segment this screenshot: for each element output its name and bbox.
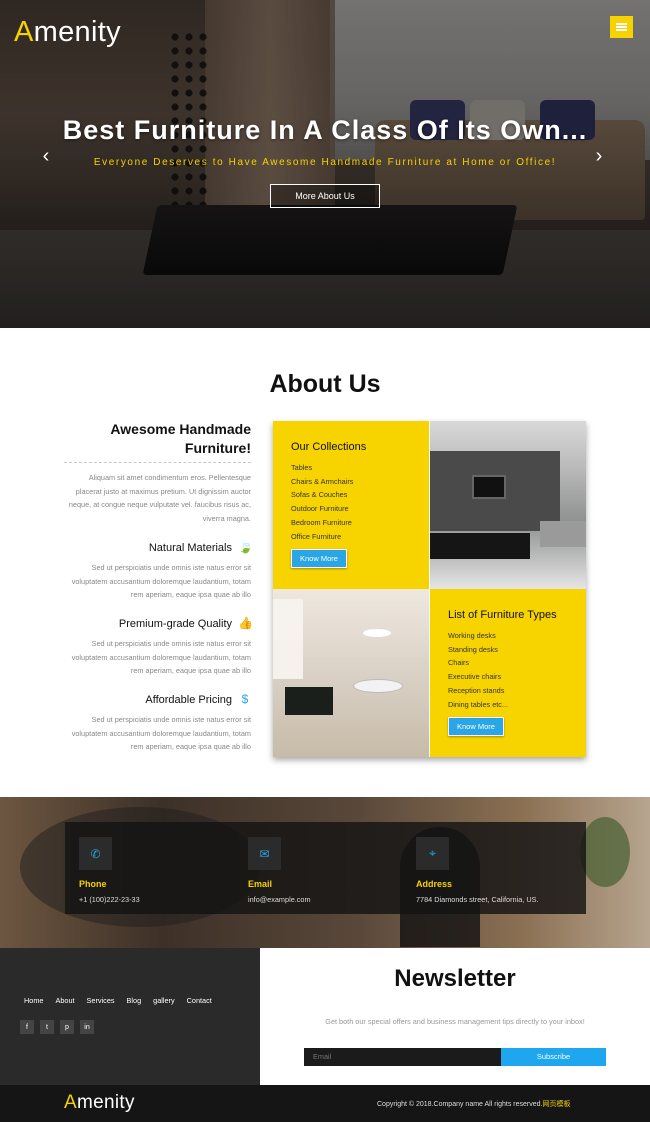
- logo-initial: A: [14, 16, 34, 48]
- feature-title: Affordable Pricing: [145, 694, 232, 706]
- hero-banner: Amenity ‹ › Best Furniture In A Class Of…: [0, 0, 650, 328]
- footer-nav-gallery[interactable]: gallery: [153, 996, 175, 1005]
- logo-initial: A: [64, 1092, 77, 1113]
- footer-nav-blog[interactable]: Blog: [127, 996, 142, 1005]
- furniture-types-list: Working desks Standing desks Chairs Exec…: [448, 629, 586, 711]
- logo-text: menity: [33, 16, 121, 48]
- hero-title: Best Furniture In A Class Of Its Own...: [62, 115, 588, 145]
- hamburger-icon: [616, 23, 627, 31]
- hero-subtitle: Everyone Deserves to Have Awesome Handma…: [93, 157, 557, 168]
- about-title: About Us: [269, 370, 381, 398]
- social-links: f t p in: [20, 1020, 94, 1034]
- list-item[interactable]: Tables: [291, 461, 429, 475]
- dining-room-image: [273, 589, 429, 757]
- pinterest-icon[interactable]: p: [60, 1020, 74, 1034]
- facebook-icon[interactable]: f: [20, 1020, 34, 1034]
- feature-text: Sed ut perspiciatis unde omnis iste natu…: [71, 639, 251, 676]
- footer-logo[interactable]: Amenity: [64, 1092, 135, 1114]
- footer-left: Home About Services Blog gallery Contact…: [0, 948, 260, 1085]
- phone-value[interactable]: +1 (100)222-23-33: [79, 895, 140, 904]
- list-item[interactable]: Dining tables etc...: [448, 698, 586, 712]
- more-about-us-button[interactable]: More About Us: [270, 184, 380, 208]
- map-marker-icon: ⌖: [416, 837, 449, 870]
- email-value[interactable]: info@example.com: [248, 895, 311, 904]
- about-lead-title: Awesome Handmade Furniture!: [110, 421, 251, 456]
- list-item[interactable]: Working desks: [448, 629, 586, 643]
- image-sofa: [430, 533, 530, 559]
- envelope-icon: ✉: [248, 837, 281, 870]
- email-label: Email: [248, 879, 273, 889]
- email-field[interactable]: [304, 1048, 501, 1066]
- twitter-icon[interactable]: t: [40, 1020, 54, 1034]
- collections-tile: Our Collections Tables Chairs & Armchair…: [273, 421, 429, 589]
- logo[interactable]: Amenity: [14, 16, 121, 49]
- footer-nav-services[interactable]: Services: [87, 996, 115, 1005]
- image-lamp: [363, 629, 391, 637]
- list-item[interactable]: Sofas & Couches: [291, 488, 429, 502]
- image-dark-sofa: [285, 687, 333, 715]
- feature-title: Premium-grade Quality: [118, 618, 232, 630]
- newsletter-title: Newsletter: [394, 965, 516, 992]
- feature-text: Sed ut perspiciatis unde omnis iste natu…: [71, 563, 251, 600]
- leaf-icon: 🍃: [238, 540, 253, 554]
- list-item[interactable]: Executive chairs: [448, 670, 586, 684]
- list-item[interactable]: Office Furniture: [291, 530, 429, 544]
- footer-nav: Home About Services Blog gallery Contact: [24, 996, 224, 1005]
- copyright: Copyright © 2018.Company name All rights…: [377, 1099, 570, 1109]
- phone-label: Phone: [79, 879, 107, 889]
- know-more-button[interactable]: Know More: [448, 717, 504, 737]
- list-item[interactable]: Bedroom Furniture: [291, 516, 429, 530]
- collections-list: Tables Chairs & Armchairs Sofas & Couche…: [291, 461, 429, 543]
- subscribe-button[interactable]: Subscribe: [501, 1048, 606, 1066]
- linkedin-icon[interactable]: in: [80, 1020, 94, 1034]
- contact-info-box: ✆ Phone +1 (100)222-23-33 ✉ Email info@e…: [65, 822, 586, 914]
- newsletter-section: Newsletter Get both our special offers a…: [260, 948, 650, 1085]
- bottom-bar: Amenity Copyright © 2018.Company name Al…: [0, 1085, 650, 1122]
- about-tile-grid: Our Collections Tables Chairs & Armchair…: [273, 421, 586, 757]
- collections-title: Our Collections: [291, 441, 367, 453]
- newsletter-text: Get both our special offers and business…: [325, 1017, 585, 1026]
- contact-band: ✆ Phone +1 (100)222-23-33 ✉ Email info@e…: [0, 797, 650, 948]
- footer-nav-about[interactable]: About: [55, 996, 74, 1005]
- phone-icon: ✆: [79, 837, 112, 870]
- living-room-image: [430, 421, 586, 589]
- copyright-text: Copyright © 2018.Company name All rights…: [377, 1101, 543, 1108]
- feature-title: Natural Materials: [148, 542, 232, 554]
- furniture-types-tile: List of Furniture Types Working desks St…: [430, 589, 586, 757]
- menu-button[interactable]: [610, 16, 633, 38]
- logo-text: menity: [76, 1092, 135, 1113]
- feature-text: Sed ut perspiciatis unde omnis iste natu…: [71, 715, 251, 752]
- about-lead-text: Aliquam sit amet condimentum eros. Pelle…: [68, 473, 251, 524]
- know-more-button[interactable]: Know More: [291, 549, 347, 569]
- footer-nav-home[interactable]: Home: [24, 996, 43, 1005]
- image-table: [353, 679, 403, 693]
- list-item[interactable]: Reception stands: [448, 684, 586, 698]
- band-plant-decor: [580, 817, 630, 887]
- address-label: Address: [416, 879, 453, 889]
- list-item[interactable]: Outdoor Furniture: [291, 502, 429, 516]
- image-window: [273, 599, 303, 679]
- list-item[interactable]: Standing desks: [448, 643, 586, 657]
- furniture-types-title: List of Furniture Types: [448, 609, 557, 621]
- copyright-link[interactable]: 网页模板: [542, 1101, 570, 1108]
- dollar-icon: $: [241, 692, 249, 706]
- image-tv: [472, 475, 506, 499]
- thumbs-up-icon: 👍: [238, 616, 253, 630]
- footer-nav-contact[interactable]: Contact: [187, 996, 212, 1005]
- list-item[interactable]: Chairs & Armchairs: [291, 475, 429, 489]
- address-value: 7784 Diamonds street, California, US.: [416, 895, 539, 904]
- image-armchair: [540, 521, 586, 547]
- divider: [64, 462, 251, 463]
- list-item[interactable]: Chairs: [448, 656, 586, 670]
